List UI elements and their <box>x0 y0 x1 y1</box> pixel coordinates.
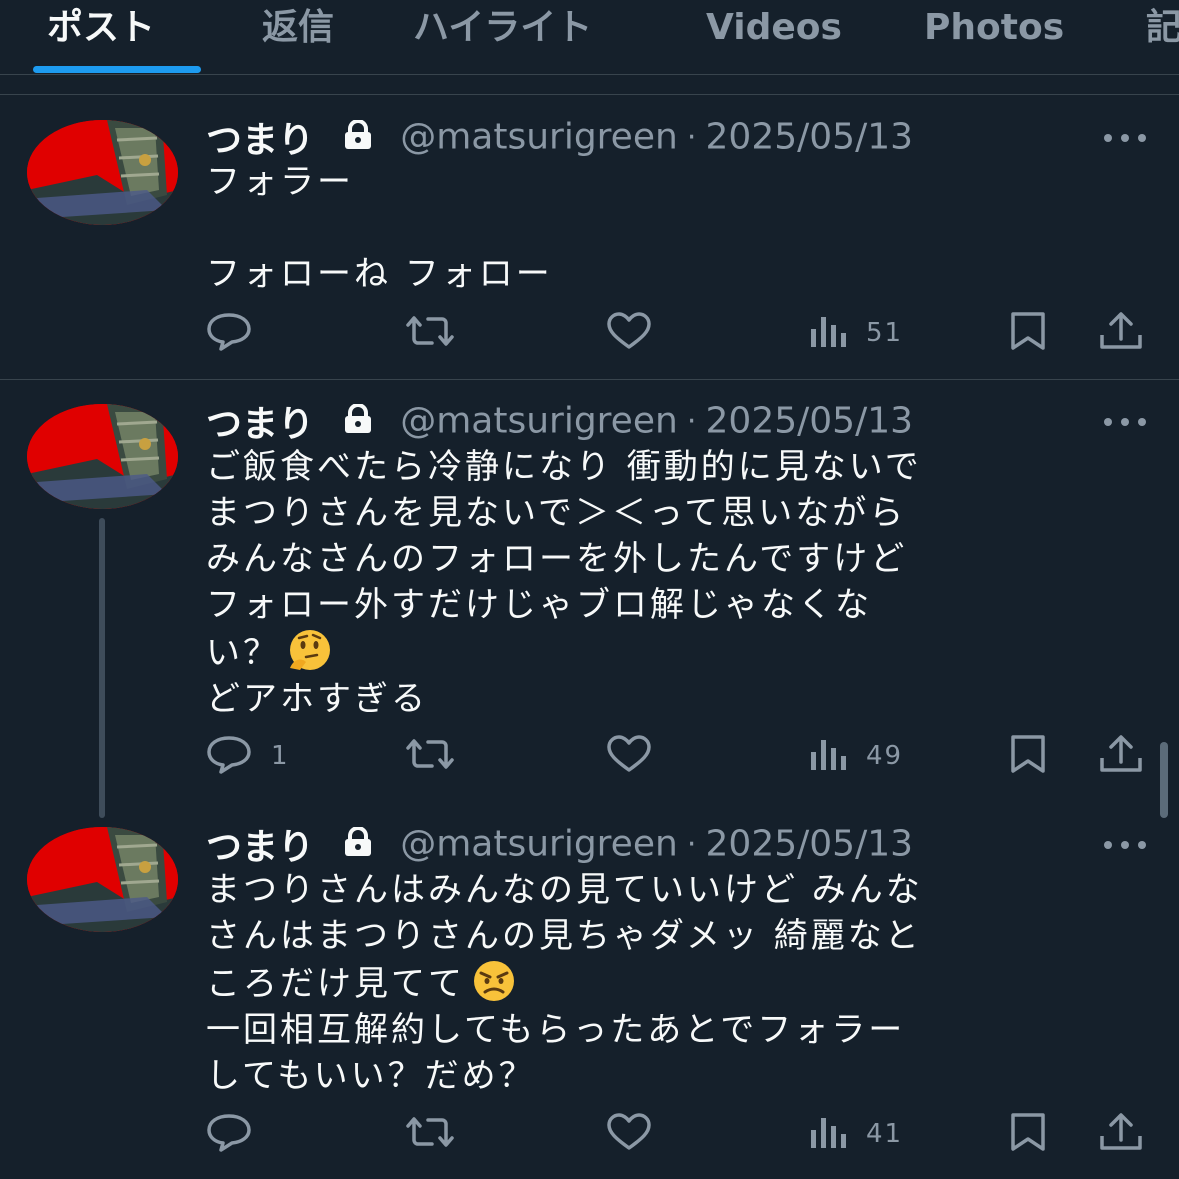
active-tab-indicator <box>33 66 201 73</box>
post-text-line: ころだけ見てて <box>206 964 465 1004</box>
repost-icon <box>402 734 458 778</box>
avatar[interactable] <box>27 827 178 932</box>
post-text-line: フォロー外すだけじゃブロ解じゃなくな <box>206 585 872 625</box>
post-date[interactable]: 2025/05/13 <box>706 401 914 442</box>
post[interactable]: つまり @matsurigreen · 2025/05/13 まつりさんはみんな… <box>0 810 1179 1179</box>
post-header: つまり @matsurigreen · 2025/05/13 <box>206 111 914 162</box>
tab-photos[interactable]: Photos <box>924 6 1064 50</box>
bookmark-icon <box>1008 311 1048 355</box>
repost-icon <box>402 1112 458 1156</box>
post-text-line: さんはまつりさんの見ちゃダメッ 綺麗なと <box>206 916 922 956</box>
more-options-icon[interactable] <box>1100 411 1150 431</box>
tab-videos[interactable]: Videos <box>706 6 842 50</box>
post-text: まつりさんはみんなの見ていいけど みんな さんはまつりさんの見ちゃダメッ 綺麗な… <box>206 867 1136 1099</box>
view-count: 41 <box>866 1119 904 1149</box>
more-options-icon[interactable] <box>1100 127 1150 147</box>
views-button[interactable]: 49 <box>808 734 903 778</box>
view-count: 49 <box>866 741 904 771</box>
post-text-line: 一回相互解約してもらったあとでフォラー <box>206 1010 906 1050</box>
post[interactable]: つまり @matsurigreen · 2025/05/13 フォラー フォロー… <box>0 95 1179 380</box>
post-text-line: ご飯食べたら冷静になり 衝動的に見ないで <box>206 447 922 487</box>
user-handle[interactable]: @matsurigreen <box>400 117 678 158</box>
heart-icon <box>605 734 653 778</box>
display-name[interactable]: つまり <box>206 827 314 868</box>
post-date[interactable]: 2025/05/13 <box>706 824 914 865</box>
post-text-line: まつりさんはみんなの見ていいけど みんな <box>206 870 923 910</box>
reply-icon <box>205 734 253 778</box>
repost-button[interactable] <box>402 734 458 778</box>
post-date[interactable]: 2025/05/13 <box>706 117 914 158</box>
post[interactable]: つまり @matsurigreen · 2025/05/13 ご飯食べたら冷静に… <box>0 380 1179 818</box>
heart-icon <box>605 311 653 355</box>
tab-posts[interactable]: ポスト <box>47 6 155 50</box>
repost-button[interactable] <box>402 311 458 355</box>
analytics-icon <box>808 1112 848 1156</box>
bookmark-button[interactable] <box>1008 734 1048 778</box>
separator-dot: · <box>686 119 697 155</box>
like-button[interactable] <box>605 311 653 355</box>
tab-replies[interactable]: 返信 <box>262 6 334 50</box>
user-handle[interactable]: @matsurigreen <box>400 824 678 865</box>
profile-tabs: ポスト 返信 ハイライト Videos Photos 記 <box>0 0 1179 75</box>
lock-icon <box>341 403 375 438</box>
analytics-icon <box>808 311 848 355</box>
post-text-line: まつりさんを見ないで＞＜って思いながら <box>206 493 907 533</box>
post-actions: 41 <box>0 1112 1179 1156</box>
bookmark-button[interactable] <box>1008 311 1048 355</box>
avatar[interactable] <box>27 404 178 509</box>
share-icon <box>1098 734 1144 778</box>
post-actions: 1 49 <box>0 734 1179 778</box>
post-text: ご飯食べたら冷静になり 衝動的に見ないで まつりさんを見ないで＞＜って思いながら… <box>206 444 1136 722</box>
tab-articles[interactable]: 記 <box>1146 6 1179 50</box>
post-text-line: フォラー <box>206 162 354 202</box>
reply-button[interactable]: 1 <box>205 734 290 778</box>
post-header: つまり @matsurigreen · 2025/05/13 <box>206 818 914 869</box>
tab-highlights[interactable]: ハイライト <box>413 6 592 50</box>
share-icon <box>1098 311 1144 355</box>
user-handle[interactable]: @matsurigreen <box>400 401 678 442</box>
post-text: フォラー フォローね フォロー <box>206 159 1136 297</box>
reply-button[interactable] <box>205 1112 271 1156</box>
post-actions: 51 <box>0 311 1179 355</box>
reply-count: 1 <box>271 741 290 771</box>
display-name[interactable]: つまり <box>206 404 314 445</box>
thinking-face-emoji <box>280 628 338 672</box>
more-options-icon[interactable] <box>1100 834 1150 854</box>
lock-icon <box>341 119 375 154</box>
post-header: つまり @matsurigreen · 2025/05/13 <box>206 395 914 446</box>
share-icon <box>1098 1112 1144 1156</box>
bookmark-button[interactable] <box>1008 1112 1048 1156</box>
post-text-line: フォローね フォロー <box>206 254 553 294</box>
separator-dot: · <box>686 403 697 439</box>
post-text-line: してもいい？だめ？ <box>206 1056 536 1096</box>
lock-icon <box>341 826 375 861</box>
angry-face-emoji <box>465 959 523 1003</box>
display-name[interactable]: つまり <box>206 120 314 161</box>
reply-icon <box>205 1112 253 1156</box>
post-text-line: みんなさんのフォローを外したんですけど <box>206 539 908 579</box>
views-button[interactable]: 41 <box>808 1112 903 1156</box>
avatar[interactable] <box>27 120 178 225</box>
share-button[interactable] <box>1098 734 1144 778</box>
scrollbar[interactable] <box>1160 742 1168 818</box>
like-button[interactable] <box>605 734 653 778</box>
like-button[interactable] <box>605 1112 653 1156</box>
separator-dot: · <box>686 826 697 862</box>
post-text-line: どアホすぎる <box>206 679 428 719</box>
heart-icon <box>605 1112 653 1156</box>
reply-button[interactable] <box>205 311 271 355</box>
bookmark-icon <box>1008 734 1048 778</box>
share-button[interactable] <box>1098 1112 1144 1156</box>
repost-button[interactable] <box>402 1112 458 1156</box>
post-text-line: い？ <box>206 633 280 673</box>
bookmark-icon <box>1008 1112 1048 1156</box>
view-count: 51 <box>866 318 904 348</box>
share-button[interactable] <box>1098 311 1144 355</box>
repost-icon <box>402 311 458 355</box>
analytics-icon <box>808 734 848 778</box>
reply-icon <box>205 311 253 355</box>
views-button[interactable]: 51 <box>808 311 903 355</box>
